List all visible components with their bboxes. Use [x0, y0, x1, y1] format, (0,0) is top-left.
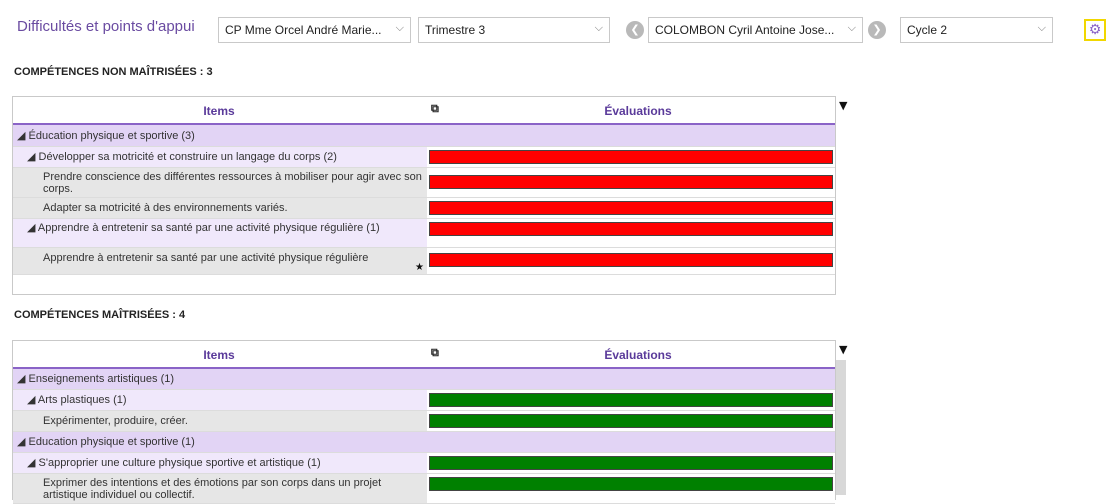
table-row[interactable]: Expérimenter, produire, créer. — [13, 411, 835, 432]
table-row[interactable]: ◢ Apprendre à entretenir sa santé par un… — [13, 219, 835, 248]
cycle-select-value: Cycle 2 — [907, 23, 948, 37]
star-icon: ★ — [415, 262, 424, 273]
toolbar: Difficultés et points d'appui CP Mme Orc… — [0, 0, 1108, 58]
column-menu-icon[interactable]: ▼ — [839, 343, 847, 356]
table-row[interactable]: Adapter sa motricité à des environnement… — [13, 198, 835, 219]
section-title-not-mastered: COMPÉTENCES NON MAÎTRISÉES : 3 — [14, 66, 213, 78]
page-title: Difficultés et points d'appui — [17, 18, 195, 35]
row-label: ◢ Education physique et sportive (1) — [17, 436, 195, 448]
period-select[interactable]: Trimestre 3 ⌵ — [418, 17, 610, 43]
grid-header: Items ⧉ Évaluations — [13, 97, 835, 125]
column-header-items[interactable]: Items — [13, 104, 425, 118]
evaluation-bar — [429, 150, 833, 164]
table-row[interactable]: ◢ Développer sa motricité et construire … — [13, 147, 835, 168]
evaluation-bar — [429, 222, 833, 236]
row-label: ◢ Arts plastiques (1) — [27, 394, 127, 406]
table-row[interactable]: ◢ S'approprier une culture physique spor… — [13, 453, 835, 474]
table-row[interactable]: ◢ Éducation physique et sportive (3) — [13, 125, 835, 147]
chevron-down-icon: ⌵ — [395, 22, 404, 34]
class-select[interactable]: CP Mme Orcel André Marie... ⌵ — [218, 17, 411, 43]
table-row[interactable]: ◢ Enseignements artistiques (1) — [13, 369, 835, 390]
row-label: ◢ Développer sa motricité et construire … — [27, 151, 337, 163]
row-label: ◢ Apprendre à entretenir sa santé par un… — [27, 222, 380, 234]
class-select-value: CP Mme Orcel André Marie... — [225, 23, 382, 37]
student-select-value: COLOMBON Cyril Antoine Jose... — [655, 23, 835, 37]
row-label: ◢ Éducation physique et sportive (3) — [17, 130, 195, 142]
row-label: ◢ S'approprier une culture physique spor… — [27, 457, 321, 469]
table-row[interactable]: Exprimer des intentions et des émotions … — [13, 474, 835, 504]
row-label: Exprimer des intentions et des émotions … — [43, 477, 382, 501]
table-row[interactable]: ◢ Arts plastiques (1) — [13, 390, 835, 411]
competences-grid-mastered: Items ⧉ Évaluations ◢ Enseignements arti… — [12, 340, 836, 504]
gear-icon[interactable]: ⚙ — [1084, 19, 1106, 41]
row-label: Prendre conscience des différentes resso… — [43, 171, 422, 195]
table-row[interactable]: ◢ Education physique et sportive (1) — [13, 432, 835, 453]
copy-icon[interactable]: ⧉ — [431, 102, 439, 116]
row-label: ◢ Enseignements artistiques (1) — [17, 373, 175, 385]
evaluation-bar — [429, 201, 833, 215]
cycle-select[interactable]: Cycle 2 ⌵ — [900, 17, 1053, 43]
evaluation-bar — [429, 253, 833, 267]
section-title-mastered: COMPÉTENCES MAÎTRISÉES : 4 — [14, 309, 186, 321]
copy-icon[interactable]: ⧉ — [431, 346, 439, 360]
period-select-value: Trimestre 3 — [425, 23, 486, 37]
competences-grid-not-mastered: Items ⧉ Évaluations ◢ Éducation physique… — [12, 96, 836, 295]
column-header-evaluations[interactable]: Évaluations — [441, 104, 835, 118]
scrollbar[interactable] — [836, 360, 846, 495]
evaluation-bar — [429, 477, 833, 491]
chevron-down-icon: ⌵ — [847, 22, 856, 34]
column-header-items[interactable]: Items — [13, 348, 425, 362]
table-row[interactable]: Apprendre à entretenir sa santé par une … — [13, 248, 835, 275]
row-label: Adapter sa motricité à des environnement… — [43, 202, 288, 214]
evaluation-bar — [429, 414, 833, 428]
chevron-down-icon: ⌵ — [1037, 22, 1046, 34]
student-select[interactable]: COLOMBON Cyril Antoine Jose... ⌵ — [648, 17, 863, 43]
column-header-evaluations[interactable]: Évaluations — [441, 348, 835, 362]
evaluation-bar — [429, 175, 833, 189]
row-label: Apprendre à entretenir sa santé par une … — [43, 252, 369, 264]
next-student-button[interactable]: ❯ — [868, 21, 886, 39]
evaluation-bar — [429, 393, 833, 407]
table-row[interactable]: Prendre conscience des différentes resso… — [13, 168, 835, 198]
column-menu-icon[interactable]: ▼ — [839, 99, 847, 112]
grid-header: Items ⧉ Évaluations — [13, 341, 835, 369]
chevron-down-icon: ⌵ — [594, 22, 603, 34]
evaluation-bar — [429, 456, 833, 470]
previous-student-button[interactable]: ❮ — [626, 21, 644, 39]
row-label: Expérimenter, produire, créer. — [43, 415, 188, 427]
